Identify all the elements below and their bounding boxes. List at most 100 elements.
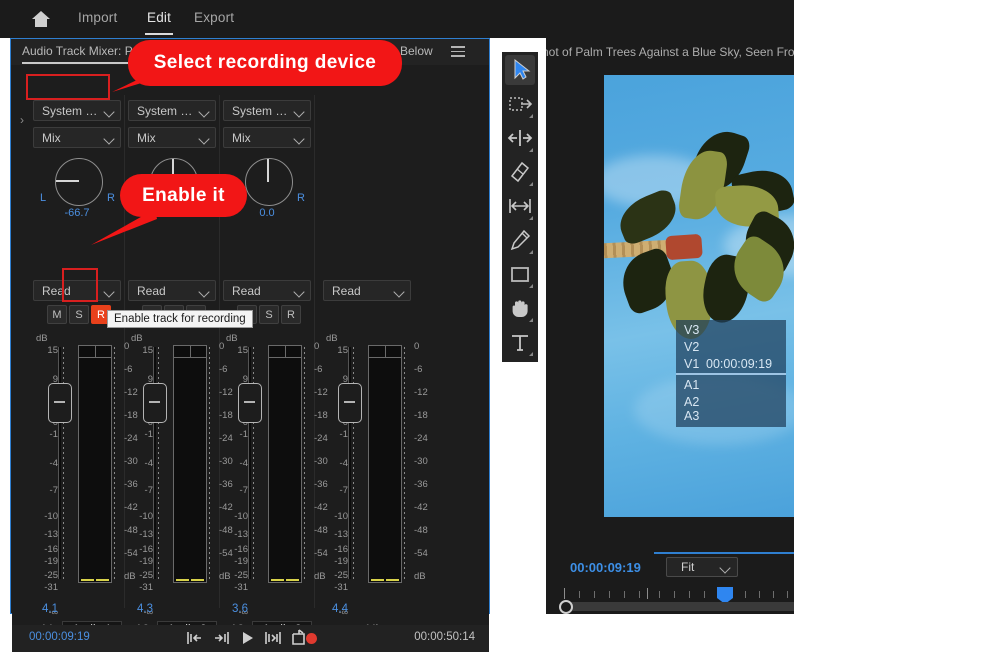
- transport-timecode-current[interactable]: 00:00:09:19: [29, 631, 90, 643]
- chevron-down-icon: [103, 106, 115, 118]
- channel-strip-audio3: System … Mix L R 0.0 Read: [220, 95, 328, 640]
- chevron-down-icon: [293, 133, 305, 145]
- device-label: System …: [232, 104, 288, 118]
- fader-handle-1[interactable]: [48, 383, 72, 423]
- meter-scale-master: 0 -6 -12 -18 -24 -30 -36 -42 -48 -54 dB: [414, 341, 428, 582]
- nav-export[interactable]: Export: [194, 10, 234, 25]
- pan-right-label: R: [107, 192, 115, 204]
- track-targeting-overlay[interactable]: V3 V2 V1 00:00:09:19 A1 A2 A3: [676, 320, 786, 427]
- rectangle-icon[interactable]: [505, 259, 535, 289]
- fader-meter-master: dB 15 9 5 0 -1 -4 -7 -10 -13 -16 -1: [320, 333, 428, 617]
- ripple-edit-icon[interactable]: [505, 123, 535, 153]
- overlay-divider: [676, 373, 786, 375]
- video-track-v1-timecode: 00:00:09:19: [706, 357, 773, 371]
- chevron-down-icon: [393, 286, 405, 298]
- transport-timecode-duration[interactable]: 00:00:50:14: [414, 631, 475, 643]
- audio-track-a1: A1: [684, 378, 700, 392]
- hand-icon[interactable]: [505, 293, 535, 323]
- pan-knob-3[interactable]: [245, 158, 293, 206]
- scrubber-bar[interactable]: [564, 602, 794, 611]
- level-meter-2: [173, 345, 207, 583]
- chevron-down-icon: [103, 133, 115, 145]
- monitor-scrubber[interactable]: [559, 587, 794, 614]
- program-monitor-video[interactable]: V3 V2 V1 00:00:09:19 A1 A2 A3: [604, 75, 794, 517]
- fader-scale-3: 15 9 5 0 -1 -4 -7 -10 -13 -16 -19 -25 -3…: [234, 345, 248, 617]
- chevron-down-icon: [198, 106, 210, 118]
- program-monitor-panel: not of Palm Trees Against a Blue Sky, Se…: [546, 38, 794, 614]
- channel-strip-audio1: System … Mix L R -66.7 Read M S R dB 15 …: [30, 95, 138, 640]
- output-dropdown-2[interactable]: Mix: [128, 127, 216, 148]
- fader-handle-master[interactable]: [338, 383, 362, 423]
- loop-icon[interactable]: [262, 628, 284, 648]
- fader-handle-2[interactable]: [143, 383, 167, 423]
- fader-meter-2: dB 15 9 5 0 -1 -4 -7 -10 -13 -16 -1: [125, 333, 233, 617]
- channel-strip-master: Read dB 15 9 5 0 -1 -4 -7 -10: [315, 95, 435, 636]
- automation-mode-dropdown-2[interactable]: Read: [128, 280, 216, 301]
- chevron-right-icon[interactable]: ›: [20, 113, 24, 127]
- level-meter-3: [268, 345, 302, 583]
- nav-import[interactable]: Import: [78, 10, 117, 25]
- db-axis-label: dB: [326, 333, 338, 344]
- fader-dot-column: [63, 347, 64, 579]
- recording-device-dropdown-3[interactable]: System …: [223, 100, 311, 121]
- video-track-v1: V1: [684, 357, 700, 371]
- scrubber-ruler: [559, 588, 794, 600]
- output-label: Mix: [232, 131, 251, 145]
- output-dropdown-3[interactable]: Mix: [223, 127, 311, 148]
- home-icon[interactable]: [30, 9, 52, 29]
- channel-strip-audio2: System … Mix L R Read: [125, 95, 233, 640]
- db-axis-label: dB: [226, 333, 238, 344]
- zoom-level-dropdown[interactable]: Fit: [666, 557, 738, 577]
- track-select-forward-icon[interactable]: [505, 89, 535, 119]
- razor-blade-icon[interactable]: [505, 157, 535, 187]
- level-meter-1: [78, 345, 112, 583]
- solo-button-1[interactable]: S: [69, 305, 89, 324]
- hamburger-menu-icon[interactable]: [451, 46, 465, 57]
- pan-knob-1[interactable]: [55, 158, 103, 206]
- audio-track-mixer-panel: Audio Track Mixer: Pan Below » › System …: [10, 38, 490, 652]
- nav-edit[interactable]: Edit: [147, 10, 171, 25]
- fader-scale-master: 15 9 5 0 -1 -4 -7 -10 -13 -16 -19 -25 -3…: [334, 345, 348, 617]
- below-label[interactable]: Below: [400, 44, 433, 58]
- pen-icon[interactable]: [505, 225, 535, 255]
- zoom-level-label: Fit: [681, 560, 695, 574]
- fader-dot-column: [253, 347, 254, 579]
- mute-button-1[interactable]: M: [47, 305, 67, 324]
- chevron-down-icon: [719, 562, 731, 574]
- automation-label: Read: [332, 284, 361, 298]
- callout-text: Enable it: [142, 184, 225, 206]
- gain-value-3: 3.6: [232, 603, 248, 615]
- go-to-out-icon[interactable]: [210, 628, 232, 648]
- callout-select-recording-device: Select recording device: [128, 40, 402, 86]
- record-arm-button-3[interactable]: R: [281, 305, 301, 324]
- audio-track-mixer-body: › System … Mix L R -66.7 Read M S R dB 1…: [12, 65, 489, 640]
- play-icon[interactable]: [236, 628, 258, 648]
- db-axis-label: dB: [131, 333, 143, 344]
- selection-arrow-icon[interactable]: [505, 55, 535, 85]
- top-menu-bar: Import Edit Export: [0, 0, 794, 38]
- type-text-icon[interactable]: [505, 327, 535, 357]
- automation-mode-dropdown-3[interactable]: Read: [223, 280, 311, 301]
- fader-handle-3[interactable]: [238, 383, 262, 423]
- device-dropdown-highlight: [26, 74, 110, 100]
- callout-text: Select recording device: [153, 52, 377, 73]
- video-track-v3: V3: [684, 323, 700, 337]
- go-to-in-icon[interactable]: [184, 628, 206, 648]
- fader-dot-column: [158, 347, 159, 579]
- transport-bar: 00:00:09:19 00:00:50:14: [12, 625, 489, 652]
- output-dropdown-1[interactable]: Mix: [33, 127, 121, 148]
- automation-mode-dropdown-master[interactable]: Read: [323, 280, 411, 301]
- slip-tool-icon[interactable]: [505, 191, 535, 221]
- solo-button-3[interactable]: S: [259, 305, 279, 324]
- fader-dot-column: [353, 347, 354, 579]
- program-monitor-title: not of Palm Trees Against a Blue Sky, Se…: [546, 45, 794, 59]
- monitor-timecode[interactable]: 00:00:09:19: [570, 560, 641, 575]
- scrubber-handle[interactable]: [559, 600, 573, 614]
- gain-value-1: 4.1: [42, 603, 58, 615]
- nav-active-underline: [145, 33, 173, 35]
- panel-title: Audio Track Mixer: Pan: [22, 44, 147, 58]
- audio-track-a2: A2: [684, 395, 700, 409]
- automation-label: Read: [232, 284, 261, 298]
- record-icon[interactable]: [306, 633, 317, 644]
- level-meter-master: [368, 345, 402, 583]
